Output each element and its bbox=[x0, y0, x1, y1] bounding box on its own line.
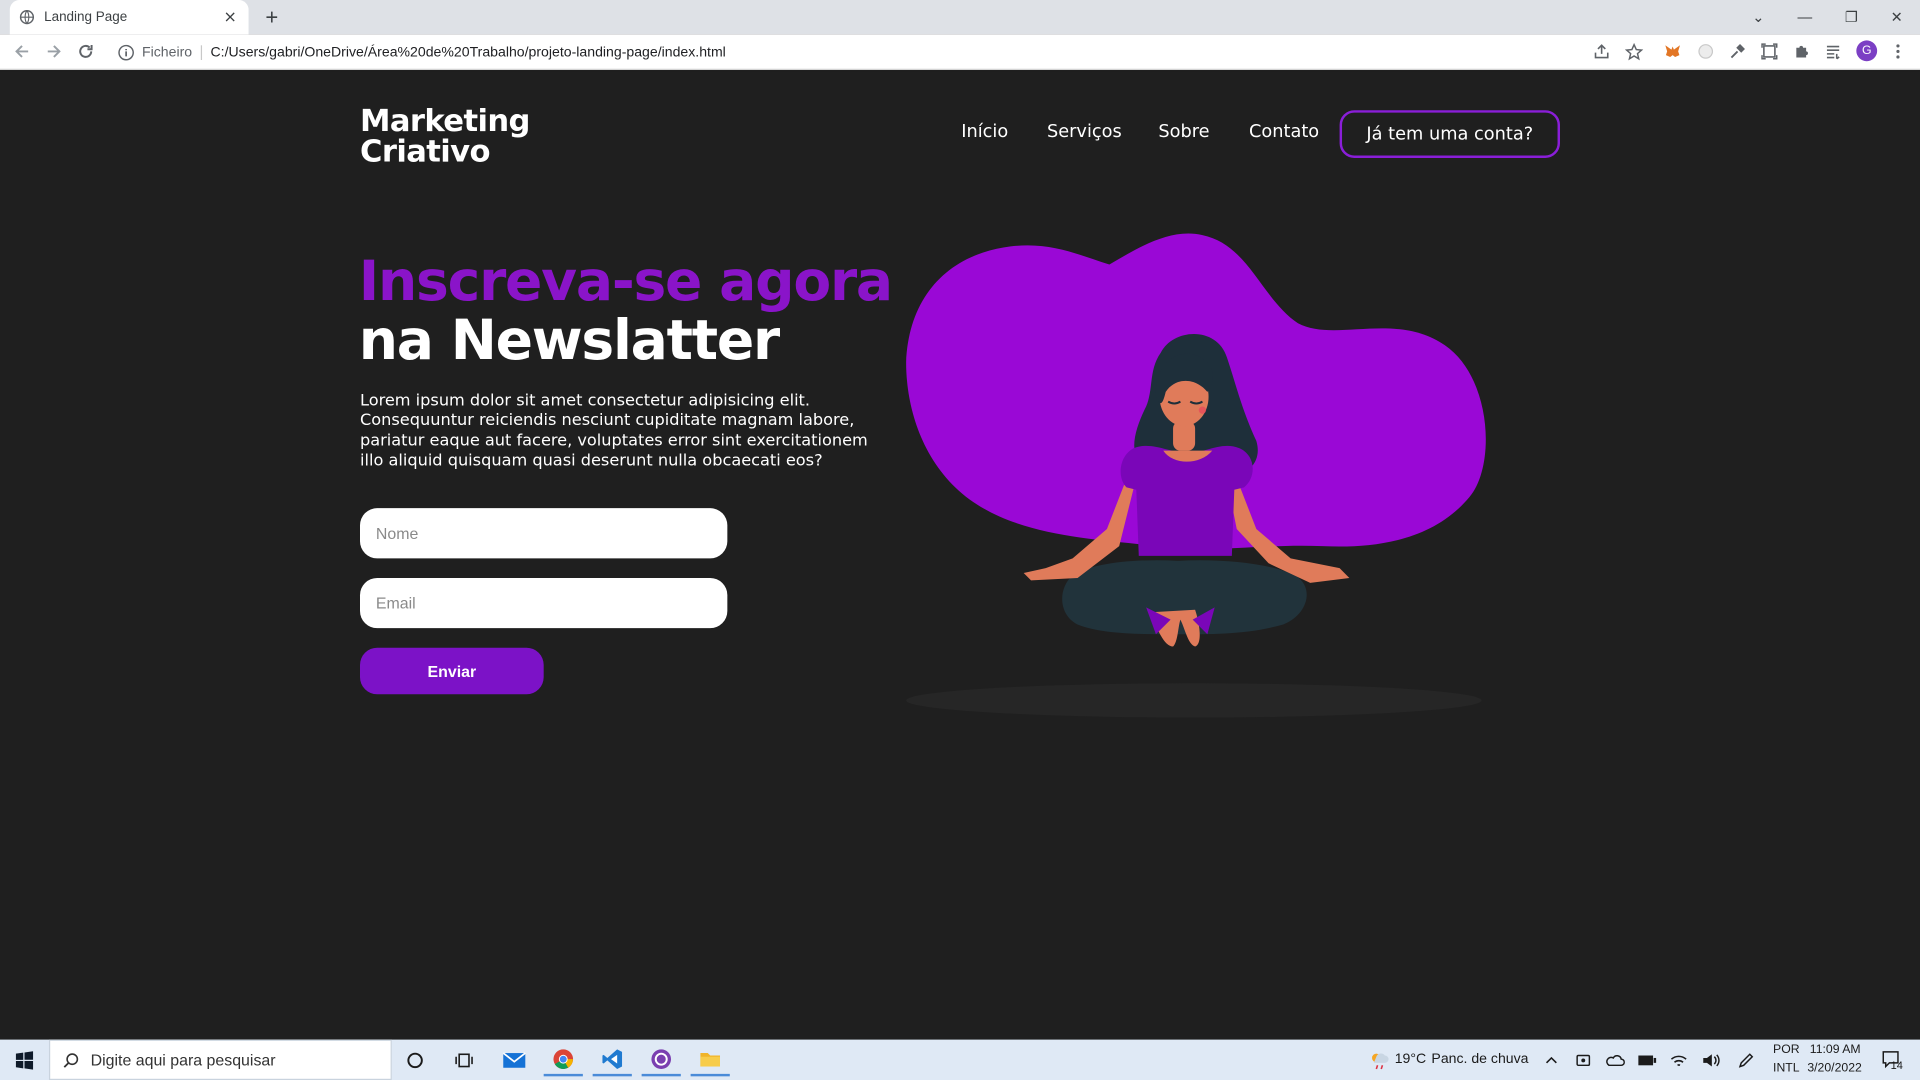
vscode-app-icon[interactable] bbox=[592, 1044, 632, 1077]
browser-toolbar: Ficheiro C:/Users/gabri/OneDrive/Área%20… bbox=[0, 34, 1920, 70]
url-text[interactable]: C:/Users/gabri/OneDrive/Área%20de%20Trab… bbox=[210, 45, 725, 60]
hero-title-line-1: Inscreva-se agora bbox=[358, 248, 893, 314]
profile-avatar[interactable]: G bbox=[1856, 40, 1878, 62]
extension-circle-icon[interactable] bbox=[1696, 42, 1716, 62]
windows-start-icon[interactable] bbox=[5, 1044, 44, 1076]
scheme-label: Ficheiro bbox=[142, 44, 202, 60]
close-window-button[interactable]: ✕ bbox=[1875, 0, 1919, 34]
forward-icon[interactable] bbox=[44, 42, 64, 62]
pen-workspace-icon[interactable] bbox=[1727, 1044, 1766, 1076]
clock-date[interactable]: 3/20/2022 bbox=[1807, 1062, 1861, 1075]
globe-icon bbox=[19, 10, 35, 25]
logo-line-2: Criativo bbox=[360, 133, 491, 169]
reload-icon[interactable] bbox=[76, 42, 96, 62]
restore-button[interactable]: ❐ bbox=[1829, 0, 1873, 34]
github-desktop-app-icon[interactable] bbox=[641, 1044, 681, 1077]
metamask-extension-icon[interactable] bbox=[1663, 42, 1683, 62]
cheek bbox=[1198, 406, 1207, 414]
language-code[interactable]: POR bbox=[1773, 1043, 1800, 1056]
cortana-icon[interactable] bbox=[396, 1044, 435, 1076]
task-view-icon[interactable] bbox=[444, 1044, 483, 1076]
mail-app-icon[interactable] bbox=[495, 1044, 534, 1076]
keyboard-layout[interactable]: INTL bbox=[1773, 1062, 1800, 1075]
eyedropper-icon[interactable] bbox=[1728, 42, 1748, 62]
volume-icon[interactable] bbox=[1691, 1044, 1730, 1076]
search-icon bbox=[63, 1052, 79, 1068]
chrome-app-icon[interactable] bbox=[543, 1044, 583, 1077]
weather-description: Panc. de chuva bbox=[1431, 1051, 1529, 1067]
name-input[interactable] bbox=[360, 508, 728, 559]
floor-shadow bbox=[906, 683, 1482, 718]
back-icon[interactable] bbox=[12, 42, 32, 62]
nav-link-contato[interactable]: Contato bbox=[1249, 122, 1319, 142]
browser-tab-strip: Landing Page × + ⌄ — ❐ ✕ bbox=[0, 0, 1920, 35]
login-button[interactable]: Já tem uma conta? bbox=[1339, 110, 1561, 158]
file-explorer-app-icon[interactable] bbox=[690, 1044, 730, 1077]
nav-link-inicio[interactable]: Início bbox=[961, 122, 1008, 142]
browser-menu-icon[interactable] bbox=[1888, 42, 1908, 62]
nav-link-servicos[interactable]: Serviços bbox=[1047, 122, 1122, 142]
address-bar[interactable]: Ficheiro C:/Users/gabri/OneDrive/Área%20… bbox=[110, 37, 1656, 67]
reading-list-icon[interactable] bbox=[1823, 42, 1843, 62]
submit-button[interactable]: Enviar bbox=[360, 647, 544, 695]
hero-title-line-2: na Newslatter bbox=[358, 307, 780, 373]
meditation-illustration bbox=[906, 233, 1486, 718]
screenshot-icon[interactable] bbox=[1760, 42, 1780, 62]
taskbar-search-text: Digite aqui para pesquisar bbox=[90, 1050, 276, 1069]
hero-description: Lorem ipsum dolor sit amet consectetur a… bbox=[360, 391, 868, 471]
extensions-puzzle-icon[interactable] bbox=[1791, 42, 1811, 62]
bookmark-star-icon[interactable] bbox=[1624, 42, 1644, 62]
info-icon[interactable] bbox=[118, 43, 135, 60]
clock-time[interactable]: 11:09 AM bbox=[1810, 1043, 1861, 1056]
tab-title: Landing Page bbox=[44, 9, 128, 25]
site-logo[interactable]: Marketing Criativo bbox=[360, 105, 530, 166]
logo-line-1: Marketing bbox=[360, 102, 530, 139]
weather-icon[interactable] bbox=[1359, 1044, 1398, 1076]
weather-temperature: 19°C bbox=[1394, 1051, 1427, 1067]
landing-page: Marketing Criativo Início Serviços Sobre… bbox=[0, 71, 1920, 1040]
tab-search-icon[interactable]: ⌄ bbox=[1736, 0, 1780, 34]
notification-count: 14 bbox=[1890, 1059, 1903, 1072]
email-input[interactable] bbox=[360, 577, 728, 629]
taskbar-search[interactable]: Digite aqui para pesquisar bbox=[48, 1039, 392, 1080]
minimize-button[interactable]: — bbox=[1783, 0, 1827, 34]
new-tab-button[interactable]: + bbox=[260, 5, 284, 29]
windows-taskbar: Digite aqui para pesquisar 19°C Panc. de… bbox=[0, 1039, 1920, 1080]
share-icon[interactable] bbox=[1592, 42, 1612, 62]
browser-tab[interactable]: Landing Page × bbox=[9, 0, 249, 35]
nav-link-sobre[interactable]: Sobre bbox=[1158, 122, 1209, 142]
tab-close-icon[interactable]: × bbox=[222, 8, 239, 26]
